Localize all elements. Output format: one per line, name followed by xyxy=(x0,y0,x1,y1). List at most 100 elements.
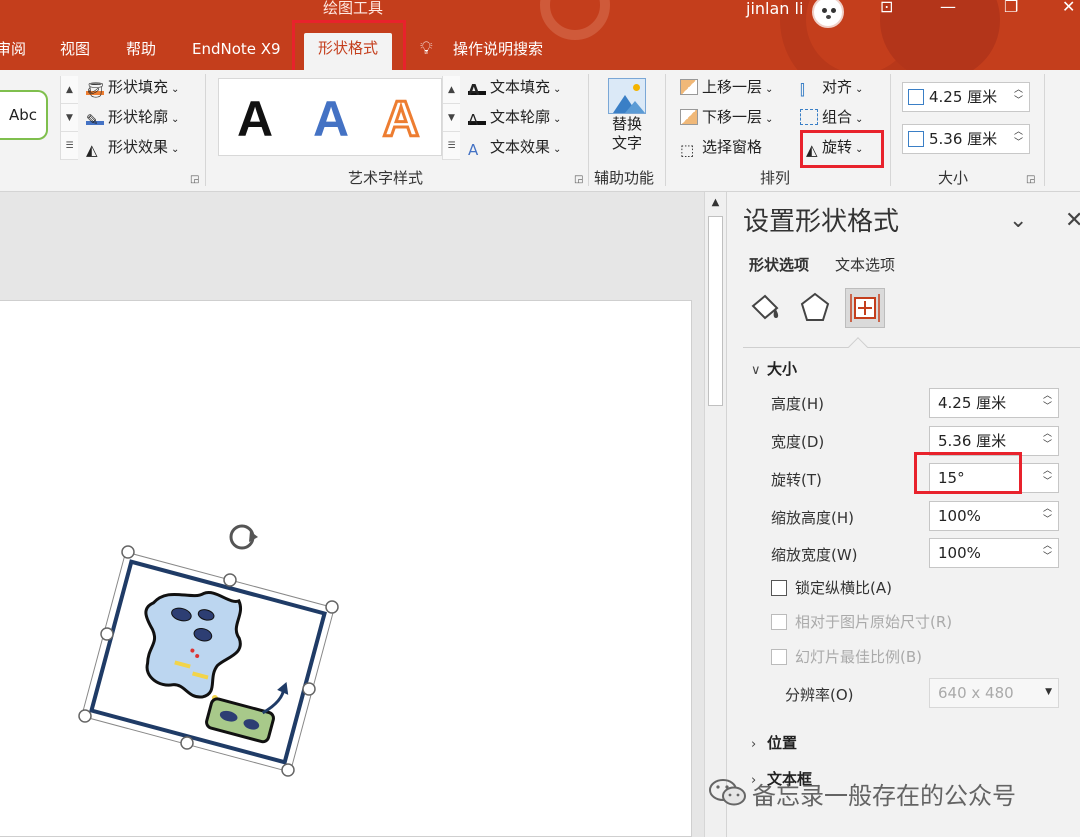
bring-forward-icon xyxy=(680,79,698,95)
size-launcher-icon[interactable]: ◲ xyxy=(1026,174,1035,185)
selected-image[interactable] xyxy=(0,301,692,837)
text-fill-button[interactable]: A 文本填充 ⌄ xyxy=(468,76,561,101)
text-effects-label: 文本效果 xyxy=(490,138,551,156)
position-section-header[interactable]: › 位置 xyxy=(751,732,797,753)
shape-styles-launcher-icon[interactable]: ◲ xyxy=(190,174,199,185)
scale-height-value: 100% xyxy=(938,507,981,525)
scroll-thumb[interactable] xyxy=(708,216,723,406)
accessibility-group-label: 辅助功能 xyxy=(594,169,655,187)
size-properties-icon[interactable] xyxy=(845,288,885,328)
fill-line-icon[interactable] xyxy=(745,288,785,328)
text-outline-button[interactable]: A 文本轮廓 ⌄ xyxy=(468,106,561,131)
resize-handle[interactable] xyxy=(180,736,194,750)
tab-endnote[interactable]: EndNote X9 xyxy=(192,34,281,64)
resize-handle[interactable] xyxy=(121,545,135,559)
lightbulb-icon[interactable]: 💡︎ xyxy=(420,34,433,64)
gallery-more-icon[interactable]: ☰ xyxy=(61,132,78,160)
lock-aspect-checkbox[interactable]: 锁定纵横比(A) xyxy=(771,578,892,598)
spinner-icon[interactable]: ︿ ﹀ xyxy=(1043,466,1052,488)
slide-canvas[interactable] xyxy=(0,300,692,837)
tab-help[interactable]: 帮助 xyxy=(126,34,156,64)
wordart-style-blue[interactable]: A xyxy=(313,89,349,149)
checkbox-icon xyxy=(771,614,787,630)
resize-handle[interactable] xyxy=(100,627,114,641)
spinner-icon[interactable]: ︿ ﹀ xyxy=(1043,429,1052,451)
send-backward-button[interactable]: 下移一层 ⌄ xyxy=(680,106,773,131)
best-scale-label: 幻灯片最佳比例(B) xyxy=(795,648,922,666)
relative-original-checkbox: 相对于图片原始尺寸(R) xyxy=(771,612,952,632)
bring-forward-button[interactable]: 上移一层 ⌄ xyxy=(680,76,773,101)
text-effects-button[interactable]: A 文本效果 ⌄ xyxy=(468,136,561,161)
group-button[interactable]: 组合 ⌄ xyxy=(800,106,863,131)
alt-text-label-1: 替换 xyxy=(611,115,642,133)
tab-tell-me[interactable]: 操作说明搜索 xyxy=(453,34,543,64)
spinner-icon[interactable]: ︿ ﹀ xyxy=(1043,504,1052,526)
size-section-header[interactable]: ∨ 大小 xyxy=(751,358,797,379)
shape-fill-label: 形状填充 xyxy=(108,78,169,96)
divider xyxy=(205,74,206,186)
resize-handle[interactable] xyxy=(223,573,237,587)
shape-style-preview[interactable]: Abc xyxy=(0,90,48,140)
resolution-value: 640 x 480 xyxy=(938,684,1014,702)
gallery-up-icon[interactable]: ▲ xyxy=(443,76,460,104)
tab-shape-options[interactable]: 形状选项 xyxy=(749,254,809,275)
shape-effects-button[interactable]: ◭ 形状效果 ⌄ xyxy=(86,136,179,161)
gallery-more-icon[interactable]: ☰ xyxy=(443,132,460,160)
divider xyxy=(848,337,868,357)
scale-height-input[interactable]: 100% ︿ ﹀ xyxy=(929,501,1059,531)
highlight-box xyxy=(292,20,406,76)
spinner-icon[interactable]: ︿ ﹀ xyxy=(1043,541,1052,563)
close-icon[interactable]: ✕ xyxy=(1062,0,1075,15)
title-bar: 绘图工具 jinlan li ⊡ — ❐ ✕ 审阅 视图 帮助 EndNote … xyxy=(0,0,1080,70)
resize-handle[interactable] xyxy=(302,682,316,696)
watermark-text: 备忘录一般存在的公众号 xyxy=(752,782,1016,810)
wordart-gallery[interactable]: A A A xyxy=(218,78,442,156)
highlight-box xyxy=(800,130,884,168)
pane-close-icon[interactable]: ✕ xyxy=(1065,208,1080,233)
vertical-scrollbar[interactable]: ▲ xyxy=(704,192,726,837)
effects-icon[interactable] xyxy=(795,288,835,328)
gallery-up-icon[interactable]: ▲ xyxy=(61,76,78,104)
align-button[interactable]: ⫿ 对齐 ⌄ xyxy=(800,76,863,101)
scale-width-input[interactable]: 100% ︿ ﹀ xyxy=(929,538,1059,568)
shape-style-gallery-scroll[interactable]: ▲ ▼ ☰ xyxy=(60,76,78,160)
bring-forward-label: 上移一层 xyxy=(702,78,763,96)
resize-handle[interactable] xyxy=(325,600,339,614)
spinner-icon[interactable]: ︿ ﹀ xyxy=(1043,391,1052,413)
shape-fill-button[interactable]: 🪣︎ 形状填充 ⌄ xyxy=(86,76,179,101)
ribbon-width-input[interactable]: 5.36 厘米 ︿ ﹀ xyxy=(902,124,1030,154)
selection-pane-button[interactable]: ⬚ 选择窗格 xyxy=(680,136,762,159)
gallery-down-icon[interactable]: ▼ xyxy=(443,104,460,132)
text-effects-icon: A xyxy=(468,141,479,159)
resize-handle[interactable] xyxy=(281,763,295,777)
spinner-icon[interactable]: ︿ ﹀ xyxy=(1014,85,1023,107)
wordart-gallery-scroll[interactable]: ▲ ▼ ☰ xyxy=(442,76,460,160)
group-label: 组合 xyxy=(822,108,853,126)
pane-options-chevron-icon[interactable]: ⌄ xyxy=(1009,208,1027,233)
resize-handle[interactable] xyxy=(78,709,92,723)
lock-aspect-label: 锁定纵横比(A) xyxy=(795,579,892,597)
height-input[interactable]: 4.25 厘米 ︿ ﹀ xyxy=(929,388,1059,418)
scroll-up-icon[interactable]: ▲ xyxy=(705,192,726,214)
ribbon-display-icon[interactable]: ⊡ xyxy=(880,0,893,15)
tab-text-options[interactable]: 文本选项 xyxy=(835,254,895,275)
wordart-style-orange[interactable]: A xyxy=(381,89,420,149)
send-backward-label: 下移一层 xyxy=(702,108,763,126)
wordart-launcher-icon[interactable]: ◲ xyxy=(574,174,583,185)
selection-pane-icon: ⬚ xyxy=(680,141,695,159)
tab-view[interactable]: 视图 xyxy=(60,34,90,64)
tab-review[interactable]: 审阅 xyxy=(0,34,26,64)
gallery-down-icon[interactable]: ▼ xyxy=(61,104,78,132)
user-name[interactable]: jinlan li xyxy=(746,0,803,18)
restore-icon[interactable]: ❐ xyxy=(1004,0,1018,15)
shape-effects-icon: ◭ xyxy=(86,141,98,159)
wordart-style-black[interactable]: A xyxy=(237,89,273,149)
ribbon-height-input[interactable]: 4.25 厘米 ︿ ﹀ xyxy=(902,82,1030,112)
minimize-icon[interactable]: — xyxy=(940,0,956,15)
spinner-icon[interactable]: ︿ ﹀ xyxy=(1014,127,1023,149)
position-section-title: 位置 xyxy=(767,734,798,752)
rotate-handle-icon[interactable] xyxy=(229,524,258,550)
alt-text-button[interactable]: 替换 文字 xyxy=(604,76,650,162)
shape-outline-button[interactable]: ✎ 形状轮廓 ⌄ xyxy=(86,106,179,131)
divider xyxy=(665,74,666,186)
